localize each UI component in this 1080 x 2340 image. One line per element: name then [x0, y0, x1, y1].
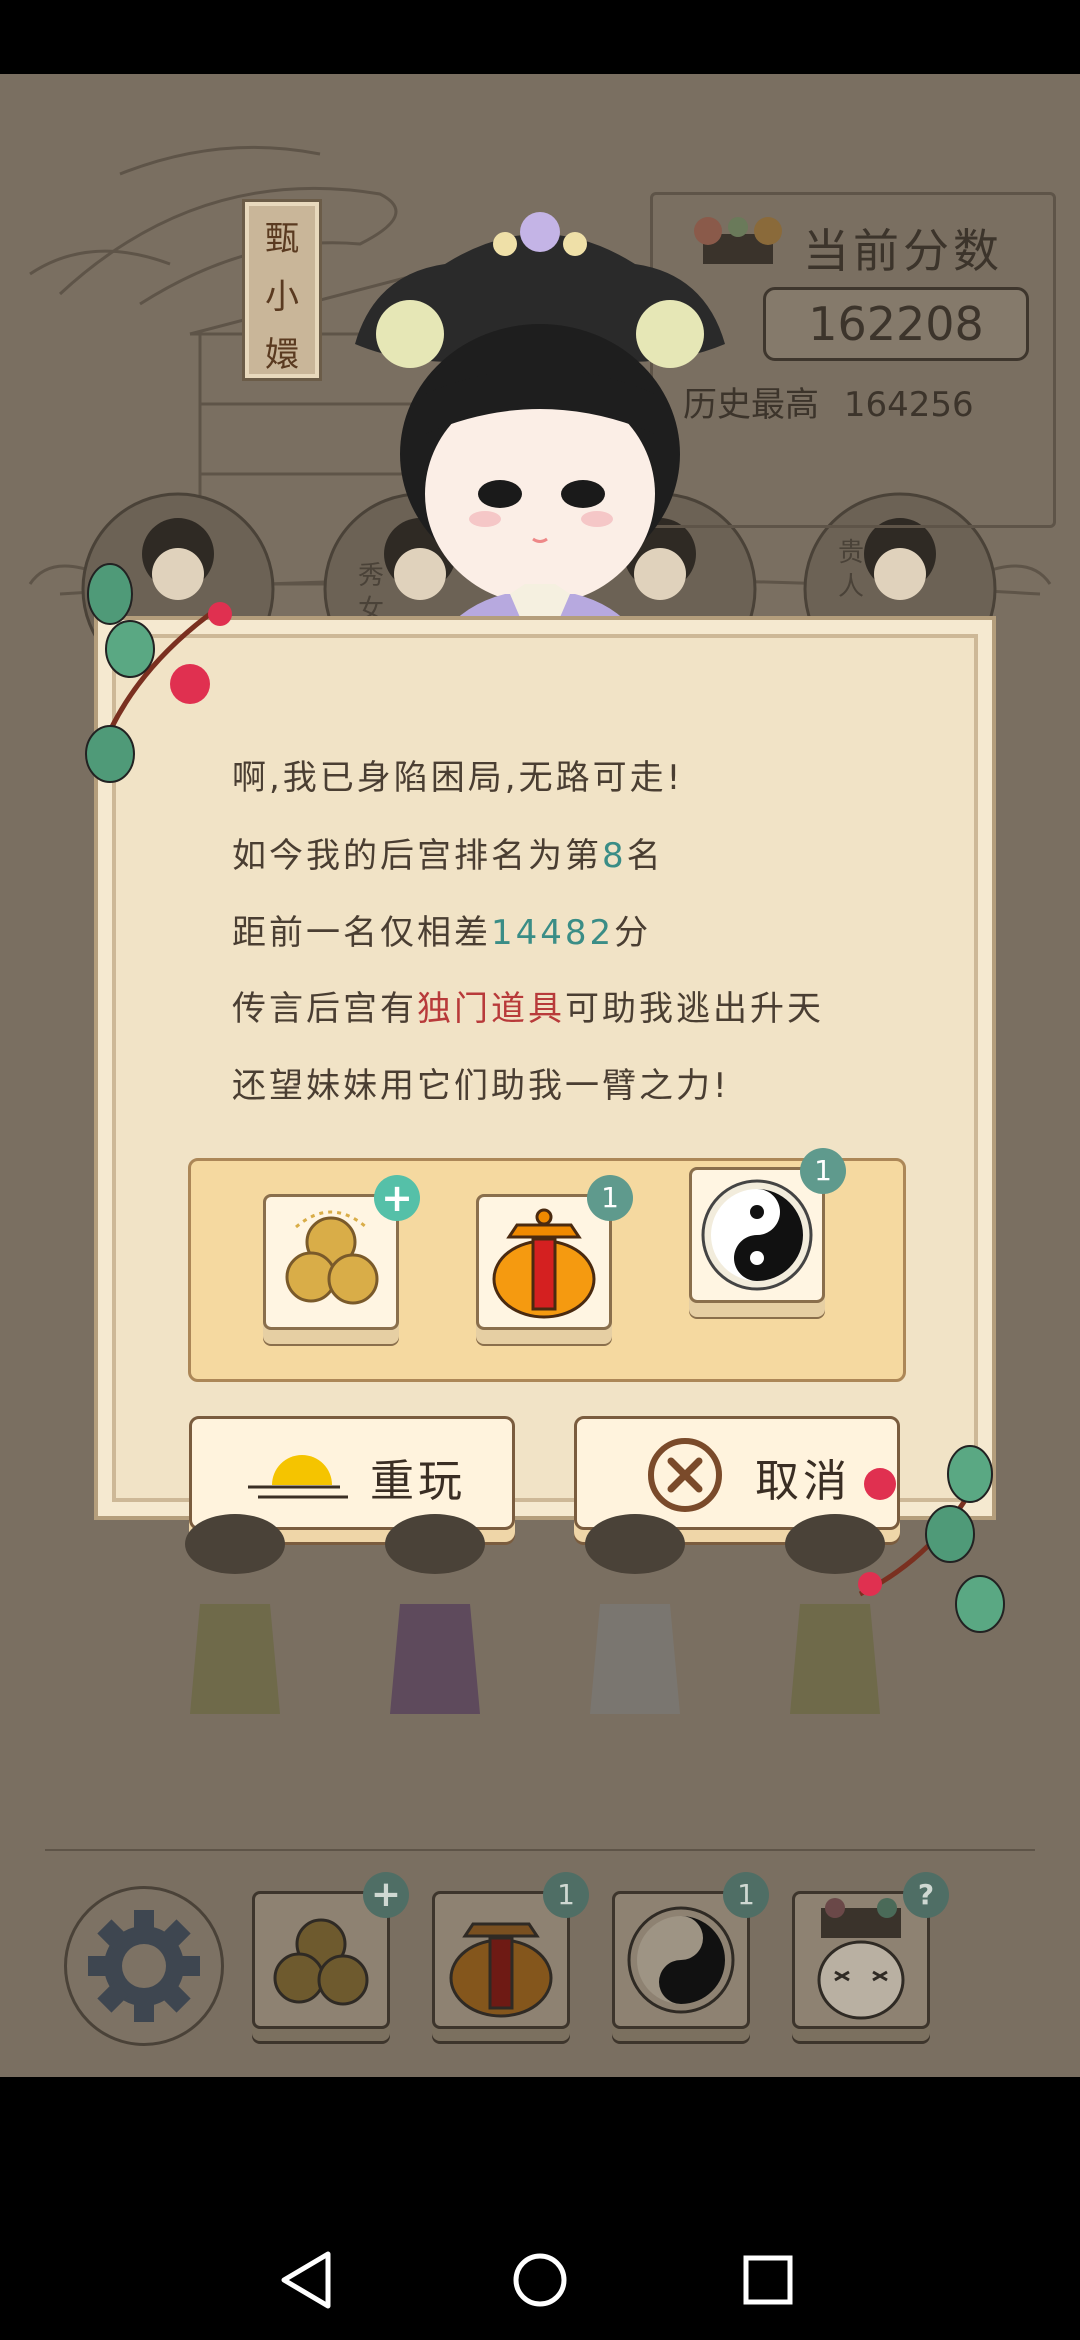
- current-score-label: 当前分数: [803, 224, 1003, 278]
- dialog-line-5: 还望妹妹用它们助我一臂之力!: [232, 1066, 730, 1106]
- gap-suffix: 分: [614, 913, 652, 953]
- name-char: 嬛: [265, 335, 299, 375]
- jar-icon: [492, 1208, 596, 1319]
- background-characters: [185, 1514, 885, 1714]
- gap-prefix: 距前一名仅相差: [232, 913, 491, 953]
- navigation-bar: [0, 2077, 1080, 2340]
- toolbar-coins[interactable]: +: [252, 1872, 409, 2029]
- rank-suffix: 名: [626, 836, 664, 876]
- home-icon[interactable]: [500, 2240, 580, 2320]
- toolbar-emperor[interactable]: ?: [792, 1872, 949, 2029]
- rank-label-guiren: 贵人: [838, 538, 865, 602]
- flower-branch-decoration: [85, 563, 232, 783]
- character-name-tag: 甄 小 嬛: [242, 199, 322, 381]
- game-over-dialog: 啊,我已身陷困局,无路可走! 如今我的后宫排名为第8名 距前一名仅相差14482…: [112, 634, 978, 1530]
- gap-points: 14482: [491, 913, 615, 953]
- back-icon[interactable]: [268, 2240, 348, 2320]
- dialog-line-1: 啊,我已身陷困局,无路可走!: [232, 758, 684, 798]
- name-char: 甄: [265, 219, 299, 259]
- item-jar[interactable]: 1: [476, 1175, 633, 1330]
- best-score: 历史最高 164256: [683, 377, 974, 426]
- item-count-badge: 1: [543, 1872, 589, 1918]
- game-screen: 当前分数 162208 历史最高 164256 甄 小 嬛 秀女 贵人 啊,我已…: [0, 74, 1080, 2077]
- yin-yang-icon: [627, 1906, 735, 2014]
- rank-number: 8: [602, 836, 627, 876]
- item-count-badge: 1: [587, 1175, 633, 1221]
- dialog-line-4: 传言后宫有独门道具可助我逃出升天: [232, 981, 824, 1030]
- coins-icon: [285, 1210, 379, 1305]
- add-badge[interactable]: +: [363, 1872, 409, 1918]
- rank-prefix: 如今我的后宫排名为第: [232, 836, 602, 876]
- settings-button[interactable]: [64, 1886, 224, 2046]
- toolbar-divider: [45, 1849, 1035, 1851]
- item-count-badge: 1: [723, 1872, 769, 1918]
- replay-label: 重玩: [370, 1456, 466, 1507]
- tip-prefix: 传言后宫有: [232, 989, 417, 1029]
- special-items-panel: + 1 1: [188, 1148, 906, 1382]
- tip-suffix: 可助我逃出升天: [565, 989, 824, 1029]
- emperor-icon: [817, 1898, 905, 2020]
- toolbar-yin-yang[interactable]: 1: [612, 1872, 769, 2029]
- cancel-label: 取消: [755, 1456, 851, 1507]
- recents-icon[interactable]: [728, 2240, 808, 2320]
- current-score-value: 162208: [763, 287, 1029, 361]
- sunrise-icon: [248, 1455, 348, 1499]
- special-items-highlight: 独门道具: [417, 989, 565, 1029]
- item-coins[interactable]: +: [263, 1175, 420, 1330]
- dialog-line-3: 距前一名仅相差14482分: [232, 905, 651, 954]
- yin-yang-icon: [701, 1179, 813, 1291]
- add-badge[interactable]: +: [374, 1175, 420, 1221]
- item-count-badge: 1: [800, 1148, 846, 1194]
- replay-button[interactable]: 重玩: [189, 1416, 515, 1530]
- jar-icon: [449, 1922, 553, 2018]
- dialog-line-2: 如今我的后宫排名为第8名: [232, 828, 664, 877]
- coins-icon: [273, 1918, 369, 2006]
- item-yin-yang[interactable]: 1: [689, 1148, 846, 1303]
- help-badge[interactable]: ?: [903, 1872, 949, 1918]
- close-icon: [648, 1438, 722, 1512]
- toolbar-jar[interactable]: 1: [432, 1872, 589, 2029]
- gear-icon: [88, 1910, 200, 2022]
- best-score-value: 164256: [843, 385, 974, 425]
- name-char: 小: [265, 277, 299, 317]
- status-bar: [0, 0, 1080, 74]
